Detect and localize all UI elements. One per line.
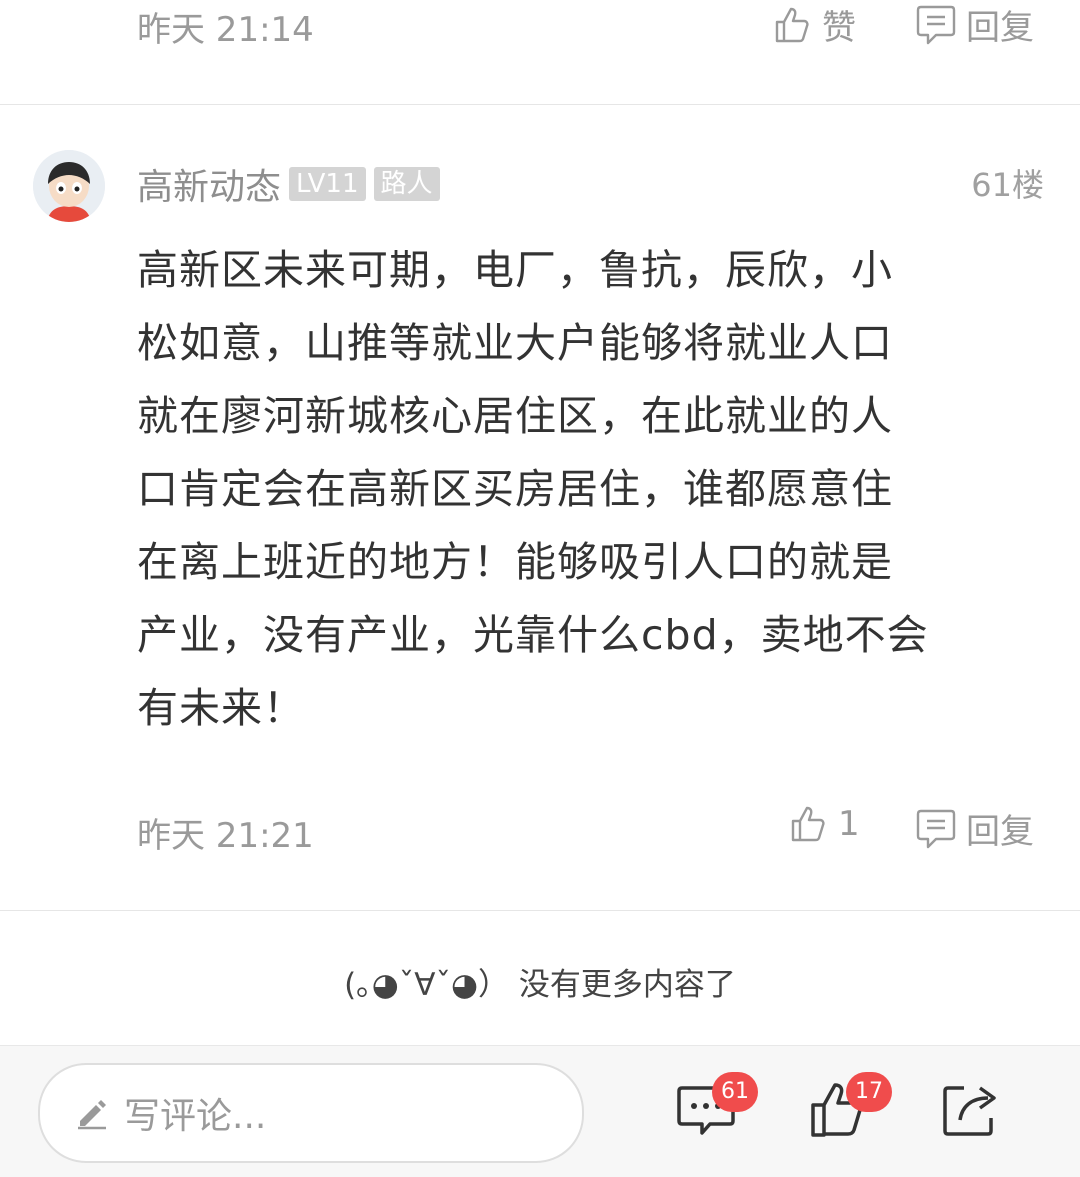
content-line: 就在廖河新城核心居住区，在此就业的人	[137, 392, 893, 440]
like-button[interactable]: 1	[788, 804, 860, 844]
like-count-badge: 17	[846, 1072, 892, 1112]
content-line: 在离上班近的地方！能够吸引人口的就是	[137, 538, 893, 586]
content-line: 产业，没有产业，光靠什么cbd，卖地不会	[137, 611, 929, 659]
reply-icon	[916, 809, 956, 848]
content-line: 口肯定会在高新区买房居住，谁都愿意住	[137, 465, 893, 513]
user-info: 高新动态 LV11 路人	[137, 158, 440, 210]
title-badge: 路人	[373, 167, 440, 201]
like-article-button[interactable]: 17	[808, 1072, 892, 1144]
reply-button[interactable]: 回复	[916, 0, 1034, 49]
previous-comment-footer: 昨天 21:14 赞 回复	[0, 0, 1080, 105]
comment-time: 昨天 21:21	[137, 816, 314, 856]
like-label: 赞	[822, 8, 856, 48]
end-of-list: (｡◕ˇ∀ˇ◕） 没有更多内容了	[0, 911, 1080, 1044]
pencil-icon	[78, 1100, 106, 1130]
content-line: 有未来！	[137, 684, 305, 732]
floor-number: 61楼	[971, 166, 1044, 204]
content-line: 高新区未来可期，电厂，鲁抗，辰欣，小	[137, 246, 893, 294]
share-button[interactable]	[940, 1080, 1000, 1144]
like-button[interactable]: 赞	[772, 0, 856, 49]
comment-item: 高新动态 LV11 路人 61楼 高新区未来可期，电厂，鲁抗，辰欣，小 松如意，…	[0, 104, 1080, 911]
comment-input[interactable]: 写评论...	[38, 1063, 584, 1163]
reply-label: 回复	[966, 8, 1034, 48]
avatar-image	[33, 150, 105, 222]
share-icon	[943, 1086, 996, 1136]
end-of-list-text: (｡◕ˇ∀ˇ◕） 没有更多内容了	[344, 967, 736, 1003]
thumbs-up-icon	[791, 806, 825, 842]
level-badge: LV11	[289, 167, 366, 201]
comment-content: 高新区未来可期，电厂，鲁抗，辰欣，小 松如意，山推等就业大户能够将就业人口 就在…	[137, 234, 1027, 745]
content-line: 松如意，山推等就业大户能够将就业人口	[137, 319, 893, 367]
username[interactable]: 高新动态	[137, 158, 281, 210]
avatar[interactable]	[33, 150, 105, 222]
bottom-action-bar: 写评论... 61 17	[0, 1045, 1080, 1177]
reply-label: 回复	[966, 812, 1034, 852]
thumbs-up-icon	[775, 7, 809, 42]
reply-button[interactable]: 回复	[916, 804, 1034, 853]
comment-count-badge: 61	[712, 1072, 758, 1112]
like-count: 1	[838, 804, 860, 844]
comment-time: 昨天 21:14	[137, 10, 314, 50]
comments-button[interactable]: 61	[676, 1072, 758, 1144]
reply-icon	[916, 5, 956, 44]
comment-input-placeholder: 写评论...	[124, 1096, 267, 1137]
